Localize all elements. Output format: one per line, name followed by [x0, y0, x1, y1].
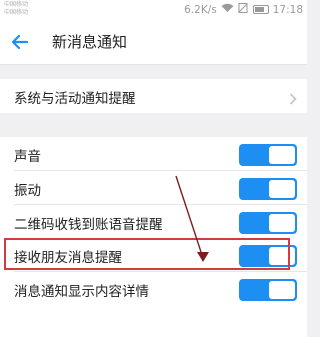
annotation-arrow-icon — [175, 175, 209, 262]
